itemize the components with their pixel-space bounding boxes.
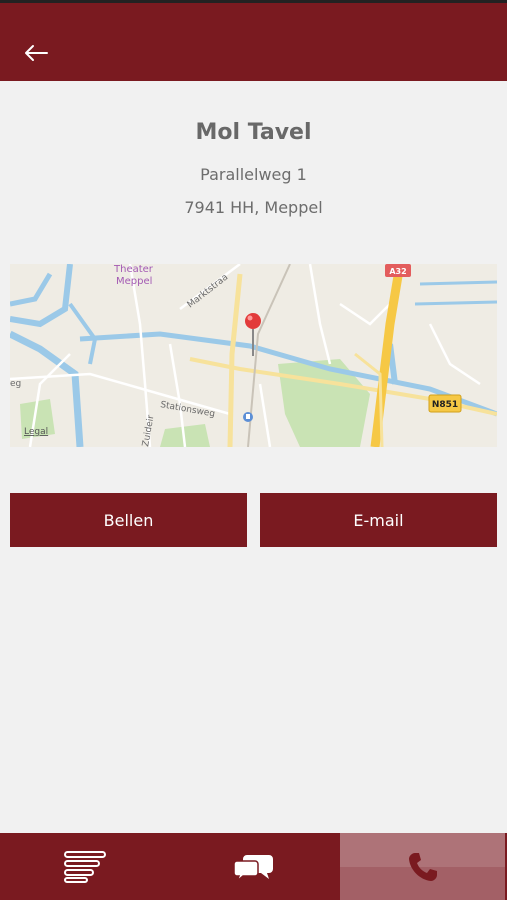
street-address: Parallelweg 1 (200, 165, 307, 184)
bottom-nav (0, 833, 507, 900)
list-icon (63, 850, 106, 883)
call-button[interactable]: Bellen (10, 493, 247, 547)
email-button[interactable]: E-mail (260, 493, 497, 547)
map-legal-link[interactable]: Legal (24, 427, 48, 437)
tab-list[interactable] (0, 833, 169, 900)
map-canvas: Theater Meppel Marktstraa Stationsweg Zu… (10, 264, 497, 447)
chat-icon (232, 854, 273, 882)
business-name: Mol Tavel (195, 120, 312, 145)
train-station-icon (243, 412, 253, 422)
map-label-meppel: Meppel (116, 276, 152, 287)
back-button[interactable] (16, 33, 56, 73)
n851-badge: N851 (428, 394, 462, 413)
location-map[interactable]: Theater Meppel Marktstraa Stationsweg Zu… (10, 264, 497, 447)
app-screen: Mol Tavel Parallelweg 1 7941 HH, Meppel (0, 0, 507, 900)
map-label-partial: eg (10, 379, 21, 389)
map-label-theater: Theater (113, 264, 154, 275)
tab-phone[interactable] (340, 833, 505, 900)
n851-label: N851 (432, 400, 458, 410)
phone-icon (408, 852, 437, 881)
tab-chat[interactable] (169, 833, 338, 900)
a32-badge: A32 (385, 264, 411, 277)
top-bar (0, 0, 507, 81)
arrow-left-icon (25, 45, 48, 61)
a32-label: A32 (389, 267, 406, 276)
postal-city: 7941 HH, Meppel (184, 198, 323, 217)
